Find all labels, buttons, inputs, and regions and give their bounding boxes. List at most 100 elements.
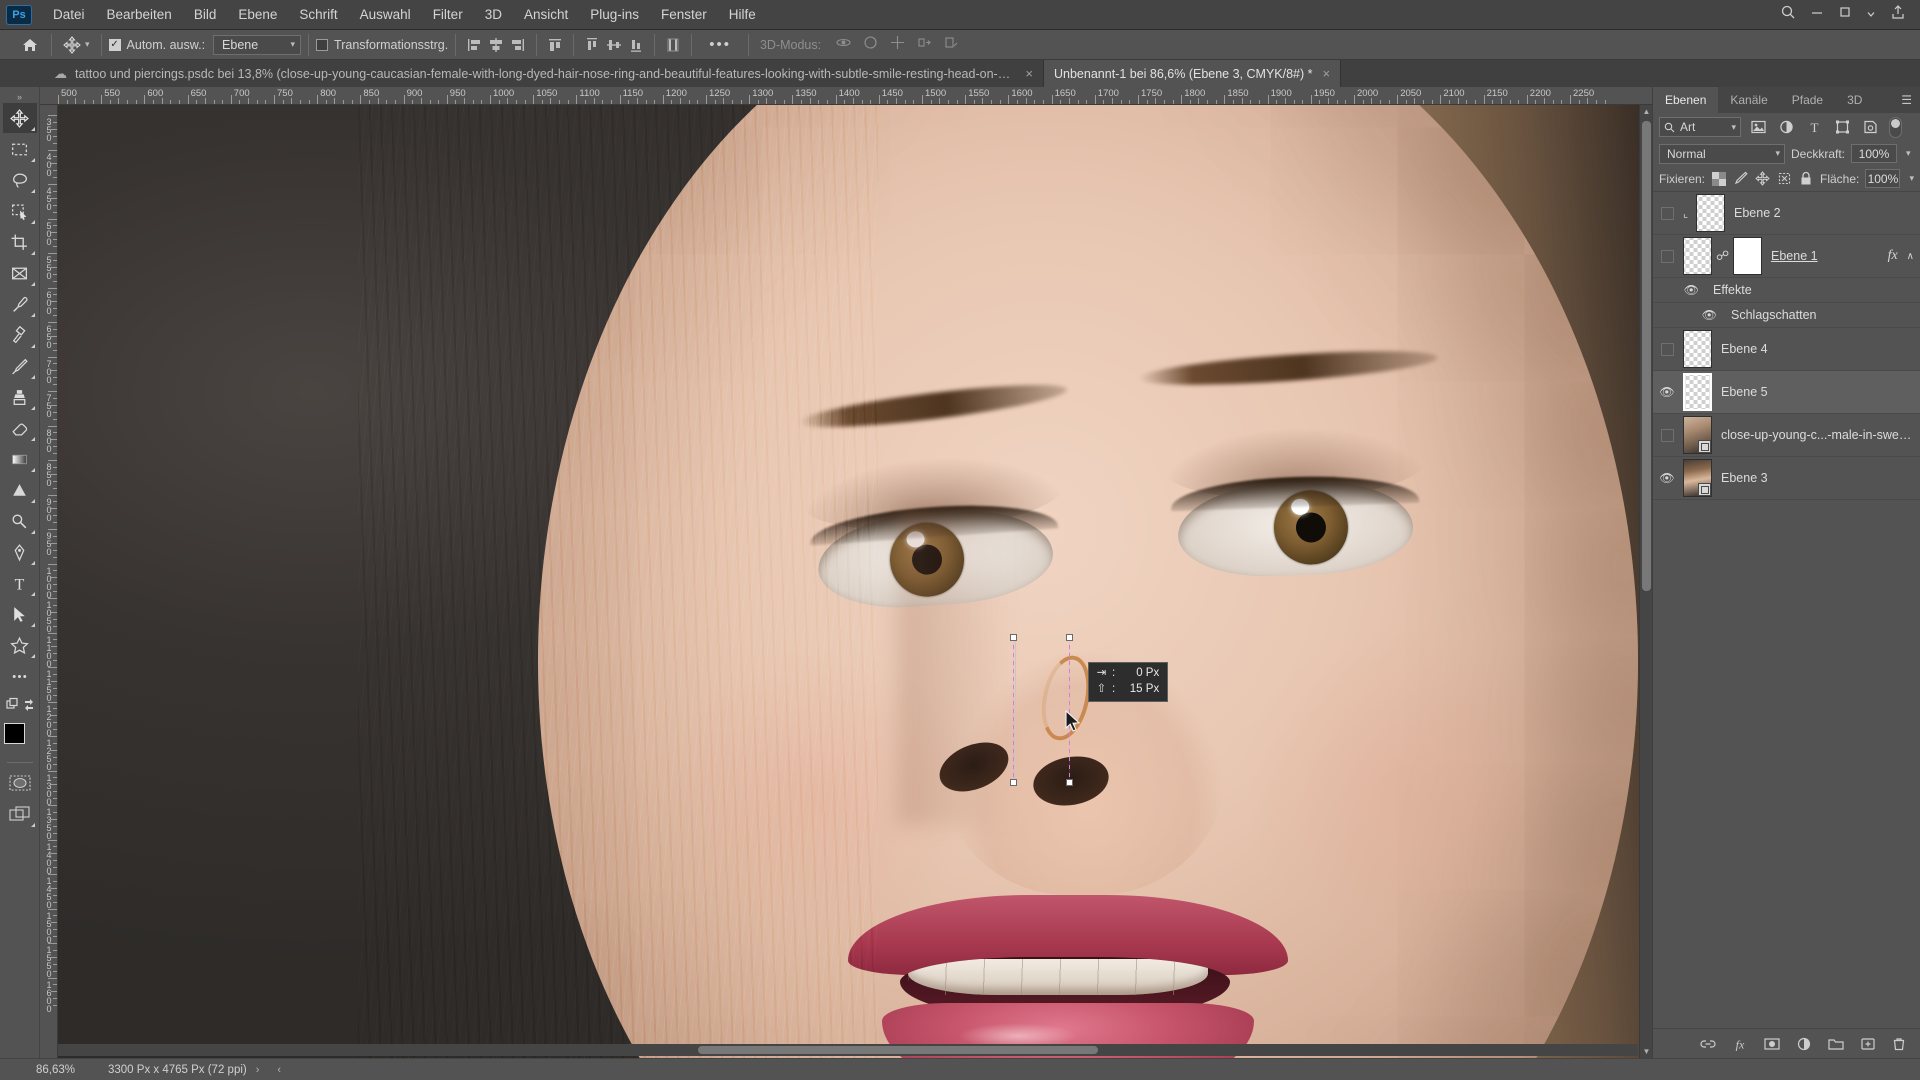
transform-handle-bl[interactable] <box>1010 779 1017 786</box>
opacity-input[interactable]: 100% <box>1851 144 1898 163</box>
maximize-icon[interactable] <box>1838 5 1852 24</box>
chevron-up-icon[interactable]: ∧ <box>1907 251 1914 262</box>
eraser-tool[interactable] <box>3 413 37 443</box>
more-options-button[interactable]: ••• <box>699 36 741 53</box>
auto-select-target-dropdown[interactable]: Ebene ▾ <box>213 34 302 55</box>
menu-hilfe[interactable]: Hilfe <box>718 3 767 26</box>
lock-image-pixels-icon[interactable] <box>1733 169 1749 189</box>
layer-name[interactable]: Ebene 2 <box>1734 206 1781 220</box>
table-row[interactable]: Ebene 4 <box>1653 328 1920 371</box>
menu-bild[interactable]: Bild <box>183 3 228 26</box>
move-tool[interactable] <box>2 103 37 133</box>
layer-visibility-toggle[interactable]: 👁 <box>1653 385 1681 399</box>
layer-mask-thumbnail[interactable] <box>1733 237 1762 275</box>
new-adjustment-layer-icon[interactable] <box>1796 1037 1812 1051</box>
layer-name[interactable]: close-up-young-c...-male-in-sweater <box>1721 428 1914 442</box>
layer-thumbnail[interactable] <box>1683 237 1712 275</box>
menu-3d[interactable]: 3D <box>474 3 513 26</box>
distribute-spacing-icon[interactable] <box>662 34 684 56</box>
tab-ebenen[interactable]: Ebenen <box>1653 87 1719 113</box>
transform-bounding-box[interactable] <box>1010 634 1093 786</box>
opacity-stepper-icon[interactable]: ▾ <box>1903 148 1911 159</box>
close-tab-icon[interactable]: × <box>1321 66 1331 81</box>
more-tools[interactable] <box>3 661 37 691</box>
vertical-scroll-thumb[interactable] <box>1642 121 1651 591</box>
layer-visibility-toggle[interactable] <box>1653 206 1681 220</box>
menu-schrift[interactable]: Schrift <box>288 3 348 26</box>
transform-edge-right[interactable] <box>1069 637 1070 782</box>
transform-handle-br[interactable] <box>1066 779 1073 786</box>
canvas-vertical-scrollbar[interactable]: ▲ ▼ <box>1639 105 1652 1058</box>
path-selection-tool[interactable] <box>3 599 37 629</box>
edit-toolbar-icon[interactable] <box>3 692 37 718</box>
brush-tool[interactable] <box>3 351 37 381</box>
auto-select-checkbox[interactable]: ✓ <box>108 38 121 51</box>
shape-layer-filter-icon[interactable] <box>1831 117 1853 137</box>
menu-fenster[interactable]: Fenster <box>650 3 718 26</box>
delete-layer-icon[interactable] <box>1892 1037 1906 1051</box>
chevron-down-icon[interactable]: ▾ <box>85 39 90 50</box>
horizontal-ruler[interactable]: 500 550 600 650 700 750 800 850 900 950 1000 1050 11… <box>40 87 1652 105</box>
3d-roll-icon[interactable] <box>862 34 879 56</box>
table-row[interactable]: 👁 Ebene 3 <box>1653 457 1920 500</box>
distribute-top-icon[interactable] <box>581 34 603 56</box>
collapse-toolbar-icon[interactable]: » <box>3 91 37 103</box>
fill-input[interactable]: 100% <box>1865 169 1901 188</box>
layer-name[interactable]: Ebene 4 <box>1721 342 1768 356</box>
screen-mode-icon[interactable] <box>3 799 37 829</box>
object-selection-tool[interactable] <box>3 196 37 226</box>
transform-edge-left[interactable] <box>1013 637 1014 782</box>
link-layers-icon[interactable] <box>1700 1037 1716 1051</box>
gradient-tool[interactable] <box>3 444 37 474</box>
share-icon[interactable] <box>1890 4 1906 25</box>
table-row[interactable]: ☍ Ebene 1 fx ∧ <box>1653 235 1920 278</box>
3d-pan-icon[interactable] <box>889 34 906 56</box>
search-menu-icon[interactable] <box>1780 4 1796 25</box>
menu-ansicht[interactable]: Ansicht <box>513 3 579 26</box>
horizontal-scroll-thumb[interactable] <box>698 1046 1098 1054</box>
menu-plugins[interactable]: Plug-ins <box>579 3 650 26</box>
type-layer-filter-icon[interactable]: T <box>1803 117 1825 137</box>
distribute-vertical-centers-icon[interactable] <box>603 34 625 56</box>
layer-visibility-toggle[interactable] <box>1653 249 1681 263</box>
foreground-color-swatch[interactable] <box>3 723 25 744</box>
current-tool-move[interactable]: ▾ <box>59 35 94 54</box>
lasso-tool[interactable] <box>3 165 37 195</box>
clone-stamp-tool[interactable] <box>3 382 37 412</box>
transform-handle-tr[interactable] <box>1066 634 1073 641</box>
menu-datei[interactable]: Datei <box>42 3 96 26</box>
3d-slide-icon[interactable] <box>916 34 933 56</box>
align-left-edges-icon[interactable] <box>463 34 485 56</box>
table-row[interactable]: ⌞ Ebene 2 <box>1653 192 1920 235</box>
menu-bearbeiten[interactable]: Bearbeiten <box>96 3 183 26</box>
layer-name[interactable]: Ebene 1 <box>1771 249 1818 263</box>
layer-thumbnail[interactable] <box>1683 330 1712 368</box>
align-top-edges-icon[interactable] <box>544 34 566 56</box>
3d-orbit-icon[interactable] <box>835 34 852 56</box>
blend-mode-select[interactable]: Normal ▾ <box>1659 143 1785 164</box>
minimize-icon[interactable] <box>1810 5 1824 24</box>
quick-mask-icon[interactable] <box>3 768 37 798</box>
lock-position-icon[interactable] <box>1755 169 1771 189</box>
menu-auswahl[interactable]: Auswahl <box>349 3 422 26</box>
type-tool[interactable]: T <box>3 568 37 598</box>
tab-kanaele[interactable]: Kanäle <box>1718 87 1779 113</box>
spot-healing-brush-tool[interactable] <box>3 320 37 350</box>
transform-controls-checkbox-row[interactable]: Transformationsstrg. <box>316 38 448 52</box>
layer-thumbnail[interactable] <box>1683 373 1712 411</box>
align-right-edges-icon[interactable] <box>507 34 529 56</box>
frame-tool[interactable] <box>3 258 37 288</box>
layer-thumbnail[interactable] <box>1683 416 1712 454</box>
image-canvas[interactable]: ⇥ : 0 Px ⇧ : 15 Px <box>58 105 1639 1058</box>
table-row[interactable]: 👁 Ebene 5 <box>1653 371 1920 414</box>
layer-effects-icon[interactable]: fx <box>1888 248 1898 264</box>
home-icon[interactable] <box>16 33 44 57</box>
align-horizontal-centers-icon[interactable] <box>485 34 507 56</box>
chevron-down-icon[interactable] <box>1866 6 1876 24</box>
lock-transparent-pixels-icon[interactable] <box>1711 169 1727 189</box>
distribute-bottom-icon[interactable] <box>625 34 647 56</box>
zoom-level[interactable]: 86,63% <box>0 1064 88 1076</box>
lock-all-icon[interactable] <box>1798 169 1814 189</box>
document-tab-2[interactable]: Unbenannt-1 bei 86,6% (Ebene 3, CMYK/8#)… <box>1044 60 1342 87</box>
add-layer-style-icon[interactable]: fx <box>1732 1037 1748 1051</box>
